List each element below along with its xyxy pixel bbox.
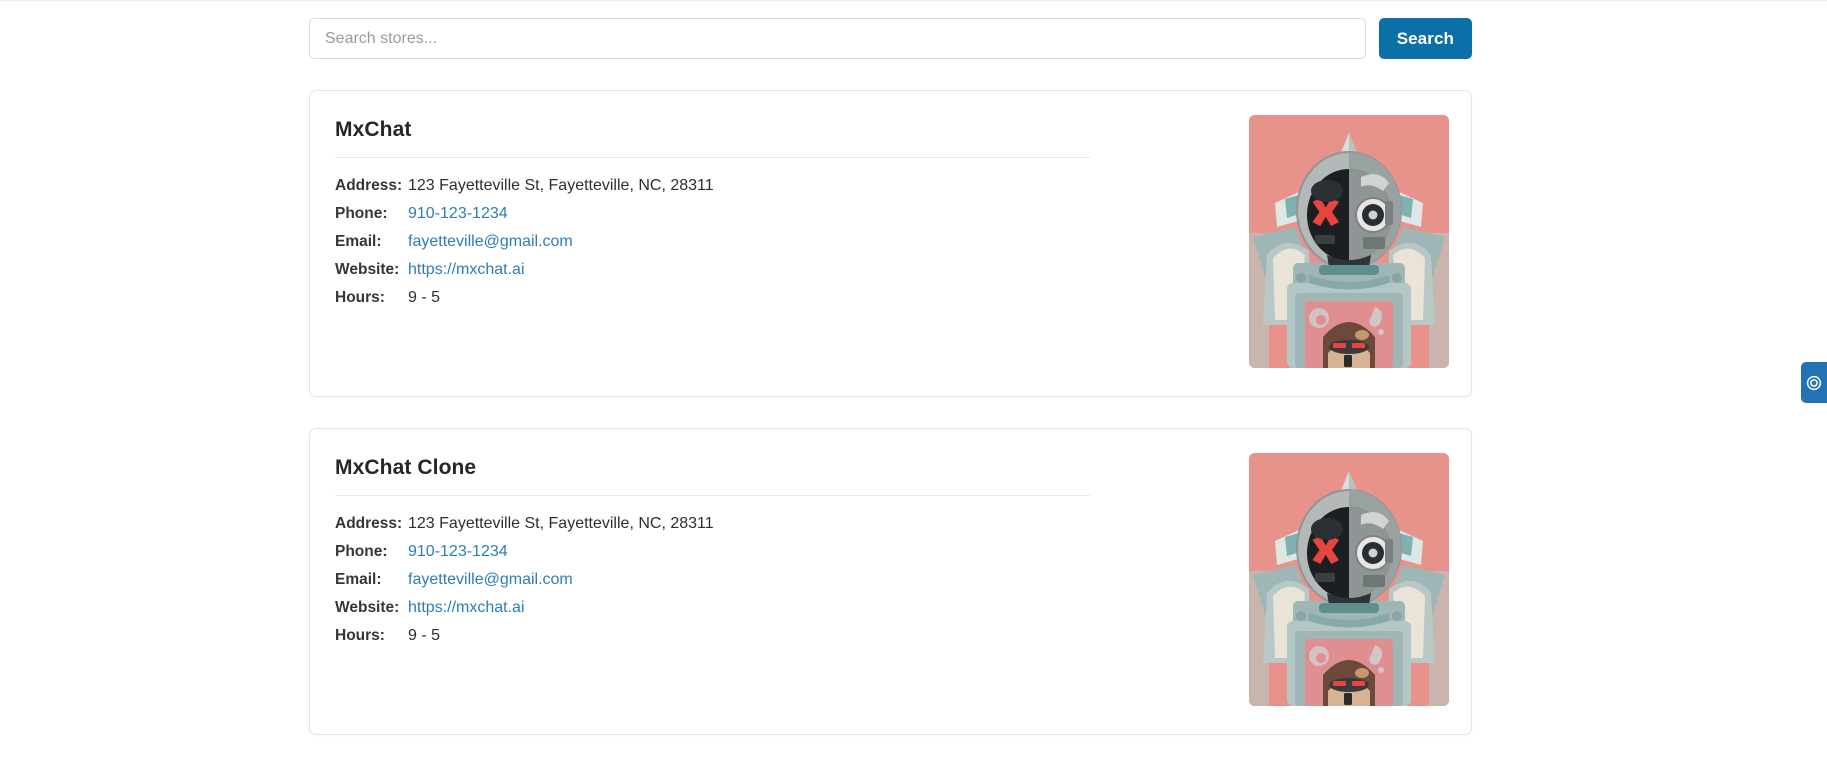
address-value: 123 Fayetteville St, Fayetteville, NC, 2… — [408, 515, 714, 532]
email-link[interactable]: fayetteville@gmail.com — [408, 234, 573, 250]
store-image[interactable] — [1249, 453, 1449, 706]
detail-row-phone: Phone: 910-123-1234 — [335, 538, 1223, 566]
detail-row-email: Email: fayetteville@gmail.com — [335, 566, 1223, 594]
website-label: Website: — [335, 261, 400, 278]
store-details: Address: 123 Fayetteville St, Fayettevil… — [335, 172, 1223, 312]
phone-label: Phone: — [335, 543, 388, 560]
hours-value: 9 - 5 — [408, 289, 441, 306]
address-label: Address: — [335, 515, 403, 532]
edge-tab-widget[interactable] — [1801, 362, 1827, 403]
website-link[interactable]: https://mxchat.ai — [408, 262, 525, 278]
address-value: 123 Fayetteville St, Fayetteville, NC, 2… — [408, 177, 714, 194]
store-name: MxChat — [335, 118, 412, 141]
store-locator-container: Search MxChat Address: 123 Fayetteville … — [309, 0, 1472, 735]
detail-row-hours: Hours: 9 - 5 — [335, 622, 1223, 650]
website-link[interactable]: https://mxchat.ai — [408, 600, 525, 616]
detail-row-phone: Phone: 910-123-1234 — [335, 200, 1223, 228]
phone-link[interactable]: 910-123-1234 — [408, 544, 508, 560]
phone-label: Phone: — [335, 205, 388, 222]
detail-row-address: Address: 123 Fayetteville St, Fayettevil… — [335, 172, 1223, 200]
search-row: Search — [309, 0, 1472, 59]
hours-label: Hours: — [335, 289, 385, 306]
target-circle-icon — [1806, 375, 1822, 391]
title-divider — [335, 495, 1090, 496]
store-card: MxChat Clone Address: 123 Fayetteville S… — [309, 428, 1472, 735]
detail-row-address: Address: 123 Fayetteville St, Fayettevil… — [335, 510, 1223, 538]
hours-value: 9 - 5 — [408, 627, 441, 644]
email-label: Email: — [335, 233, 382, 250]
hours-label: Hours: — [335, 627, 385, 644]
title-divider — [335, 157, 1090, 158]
store-image[interactable] — [1249, 115, 1449, 368]
phone-link[interactable]: 910-123-1234 — [408, 206, 508, 222]
detail-row-email: Email: fayetteville@gmail.com — [335, 228, 1223, 256]
email-link[interactable]: fayetteville@gmail.com — [408, 572, 573, 588]
website-label: Website: — [335, 599, 400, 616]
address-label: Address: — [335, 177, 403, 194]
store-card-main: MxChat Address: 123 Fayetteville St, Fay… — [332, 115, 1249, 312]
search-button[interactable]: Search — [1378, 18, 1472, 59]
detail-row-website: Website: https://mxchat.ai — [335, 594, 1223, 622]
search-input[interactable] — [309, 18, 1366, 59]
email-label: Email: — [335, 571, 382, 588]
detail-row-website: Website: https://mxchat.ai — [335, 256, 1223, 284]
store-card: MxChat Address: 123 Fayetteville St, Fay… — [309, 90, 1472, 397]
store-details: Address: 123 Fayetteville St, Fayettevil… — [335, 510, 1223, 650]
store-card-main: MxChat Clone Address: 123 Fayetteville S… — [332, 453, 1249, 650]
store-name: MxChat Clone — [335, 456, 477, 479]
detail-row-hours: Hours: 9 - 5 — [335, 284, 1223, 312]
